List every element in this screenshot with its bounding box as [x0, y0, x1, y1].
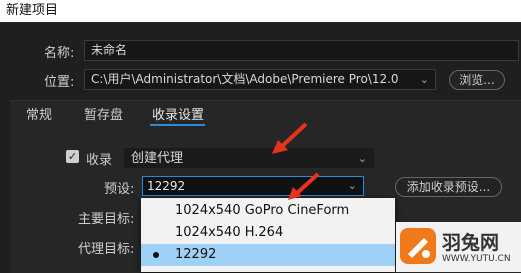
preset-option-label: 1024x540 GoPro CineForm: [175, 203, 350, 218]
proxy-target-label: 代理目标:: [78, 242, 135, 257]
chevron-down-icon: ⌄: [347, 179, 357, 192]
preset-label: 预设:: [104, 182, 135, 197]
selected-bullet-icon: [153, 252, 159, 258]
ingest-mode-select[interactable]: 创建代理 ⌄: [124, 148, 374, 168]
ingest-label: 收录: [86, 153, 113, 168]
preset-option-selected[interactable]: 12292: [141, 244, 395, 266]
browse-button[interactable]: 浏览...: [449, 70, 505, 90]
location-value: C:\用户\Administrator\文档\Adobe\Premiere Pr…: [91, 72, 399, 86]
preset-option-label: 1024x540 H.264: [175, 225, 284, 240]
chevron-down-icon: ⌄: [419, 73, 429, 86]
watermark-url: WWW.YUTU.CN: [442, 254, 511, 264]
tab-ingest-settings[interactable]: 收录设置: [152, 104, 204, 123]
add-ingest-preset-button[interactable]: 添加收录预设...: [395, 177, 502, 197]
watermark: 羽兔网 WWW.YUTU.CN: [396, 222, 521, 272]
project-name-input[interactable]: 未命名: [84, 40, 519, 61]
name-label: 名称:: [44, 46, 75, 61]
watermark-logo-icon: [400, 228, 436, 264]
ingest-mode-value: 创建代理: [131, 151, 184, 166]
annotation-arrow-icon: [288, 172, 320, 200]
window-title: 新建项目: [0, 0, 521, 22]
preset-dropdown-list: 1024x540 GoPro CineForm 1024x540 H.264 1…: [141, 198, 395, 272]
watermark-text: 羽兔网: [442, 232, 500, 254]
preset-select[interactable]: 12292 ⌄: [142, 176, 364, 196]
primary-target-label: 主要目标:: [78, 212, 135, 227]
preset-option[interactable]: 1024x540 GoPro CineForm: [141, 200, 395, 222]
ingest-checkbox[interactable]: ✓: [66, 150, 79, 163]
location-select[interactable]: C:\用户\Administrator\文档\Adobe\Premiere Pr…: [84, 69, 436, 90]
tab-scratch-disks[interactable]: 暂存盘: [84, 104, 123, 123]
location-label: 位置:: [44, 75, 75, 90]
chevron-down-icon: ⌄: [357, 152, 367, 165]
annotation-arrow-icon: [272, 122, 308, 154]
preset-value: 12292: [147, 179, 186, 193]
preset-option[interactable]: 1024x540 H.264: [141, 222, 395, 244]
tab-general[interactable]: 常规: [26, 104, 52, 123]
preset-option-label: 12292: [175, 247, 217, 262]
active-tab-indicator: [150, 124, 205, 126]
